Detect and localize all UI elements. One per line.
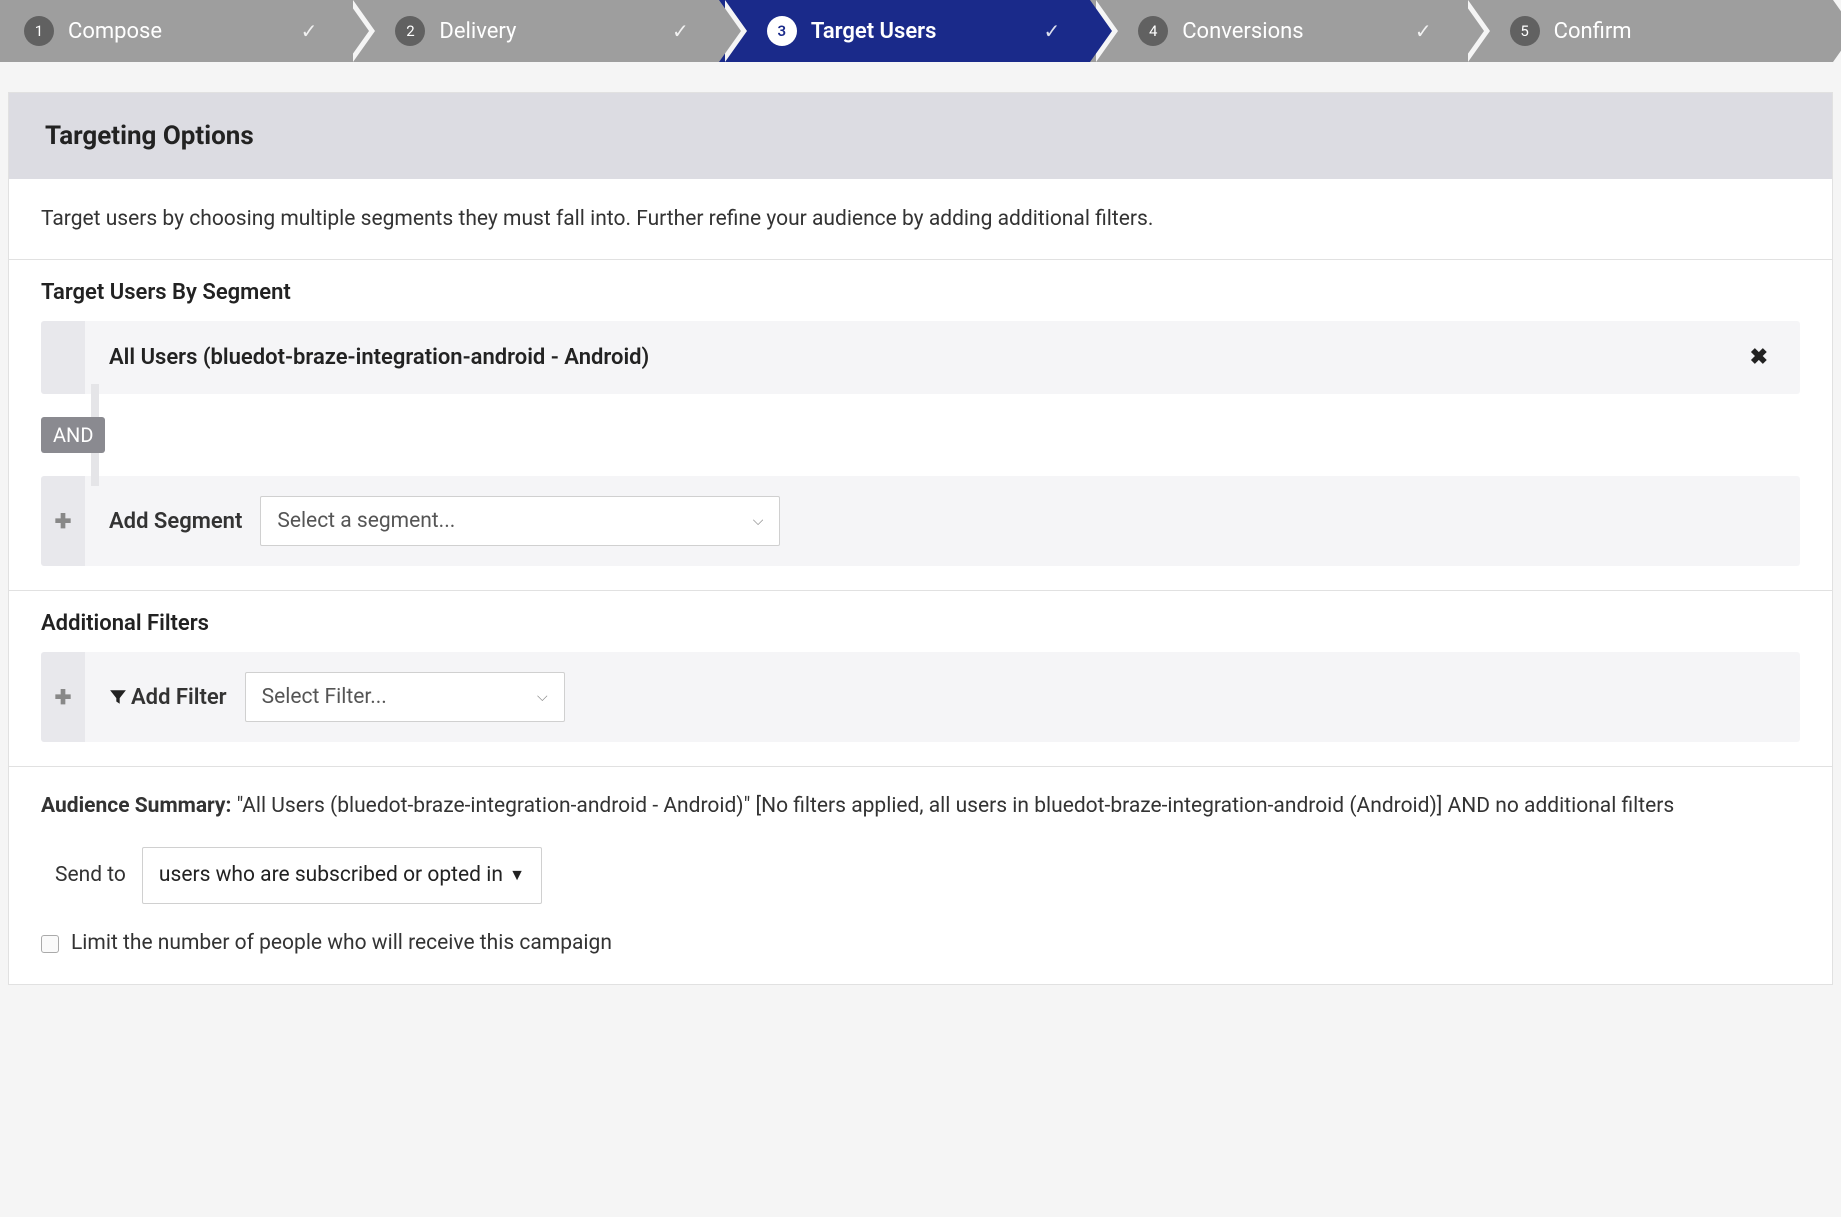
- add-segment-prefix: ✚: [41, 476, 85, 566]
- limit-checkbox-row[interactable]: Limit the number of people who will rece…: [41, 928, 1800, 960]
- caret-down-icon: ▼: [509, 863, 525, 887]
- step-compose[interactable]: 1 Compose ✓: [0, 0, 347, 62]
- step-label: Compose: [68, 19, 301, 44]
- step-conversions[interactable]: 4 Conversions ✓: [1090, 0, 1461, 62]
- add-segment-row: ✚ Add Segment Select a segment... ⌵: [41, 476, 1800, 566]
- and-badge: AND: [41, 417, 105, 453]
- send-to-select[interactable]: users who are subscribed or opted in ▼: [142, 847, 542, 905]
- check-icon: ✓: [672, 19, 689, 43]
- step-confirm[interactable]: 5 Confirm: [1462, 0, 1833, 62]
- plus-icon: ✚: [55, 685, 72, 709]
- selected-segment-row: All Users (bluedot-braze-integration-and…: [41, 321, 1800, 394]
- add-filter-prefix: ✚: [41, 652, 85, 742]
- step-label: Target Users: [811, 19, 1044, 44]
- segment-body: All Users (bluedot-braze-integration-and…: [85, 321, 1800, 394]
- step-label: Delivery: [439, 19, 672, 44]
- limit-checkbox[interactable]: [41, 935, 59, 953]
- check-icon: ✓: [1043, 19, 1060, 43]
- send-to-row: Send to users who are subscribed or opte…: [55, 847, 1800, 905]
- add-segment-label: Add Segment: [109, 509, 242, 534]
- summary-text: Audience Summary: "All Users (bluedot-br…: [41, 791, 1800, 823]
- step-number: 5: [1510, 16, 1540, 46]
- segment-prefix: [41, 321, 85, 394]
- chevron-down-icon: ⌵: [537, 689, 548, 705]
- segment-name: All Users (bluedot-braze-integration-and…: [109, 345, 1742, 370]
- card-description: Target users by choosing multiple segmen…: [9, 179, 1832, 260]
- check-icon: ✓: [301, 19, 318, 43]
- card-header: Targeting Options: [9, 93, 1832, 179]
- summary-label: Audience Summary:: [41, 794, 231, 818]
- filters-section: Additional Filters ✚ Add Filter Select F…: [9, 591, 1832, 767]
- filter-select-placeholder: Select Filter...: [262, 685, 537, 709]
- audience-summary: Audience Summary: "All Users (bluedot-br…: [9, 767, 1832, 984]
- segment-select[interactable]: Select a segment... ⌵: [260, 496, 780, 546]
- step-number: 3: [767, 16, 797, 46]
- targeting-card: Targeting Options Target users by choosi…: [8, 92, 1833, 985]
- filter-icon: [109, 688, 127, 706]
- step-target-users[interactable]: 3 Target Users ✓: [719, 0, 1090, 62]
- add-segment-body: Add Segment Select a segment... ⌵: [85, 476, 1800, 566]
- add-filter-label: Add Filter: [109, 685, 227, 710]
- filters-heading: Additional Filters: [41, 611, 1800, 636]
- step-delivery[interactable]: 2 Delivery ✓: [347, 0, 718, 62]
- card-title: Targeting Options: [45, 121, 1796, 151]
- chevron-down-icon: ⌵: [753, 513, 764, 529]
- send-to-value: users who are subscribed or opted in: [159, 860, 509, 892]
- step-number: 4: [1138, 16, 1168, 46]
- limit-label: Limit the number of people who will rece…: [71, 928, 612, 960]
- step-label: Confirm: [1554, 19, 1813, 44]
- plus-icon: ✚: [55, 509, 72, 533]
- wizard-stepper: 1 Compose ✓ 2 Delivery ✓ 3 Target Users …: [0, 0, 1841, 62]
- step-label: Conversions: [1182, 19, 1415, 44]
- segments-heading: Target Users By Segment: [41, 280, 1800, 305]
- send-to-label: Send to: [55, 860, 126, 892]
- summary-body: "All Users (bluedot-braze-integration-an…: [231, 794, 1674, 818]
- segment-select-placeholder: Select a segment...: [277, 509, 752, 533]
- step-number: 1: [24, 16, 54, 46]
- segments-section: Target Users By Segment All Users (blued…: [9, 260, 1832, 591]
- segment-connector: AND: [41, 394, 1800, 476]
- check-icon: ✓: [1415, 19, 1432, 43]
- add-filter-row: ✚ Add Filter Select Filter... ⌵: [41, 652, 1800, 742]
- remove-segment-icon[interactable]: ✖: [1742, 341, 1776, 374]
- add-filter-body: Add Filter Select Filter... ⌵: [85, 652, 1800, 742]
- filter-select[interactable]: Select Filter... ⌵: [245, 672, 565, 722]
- step-number: 2: [395, 16, 425, 46]
